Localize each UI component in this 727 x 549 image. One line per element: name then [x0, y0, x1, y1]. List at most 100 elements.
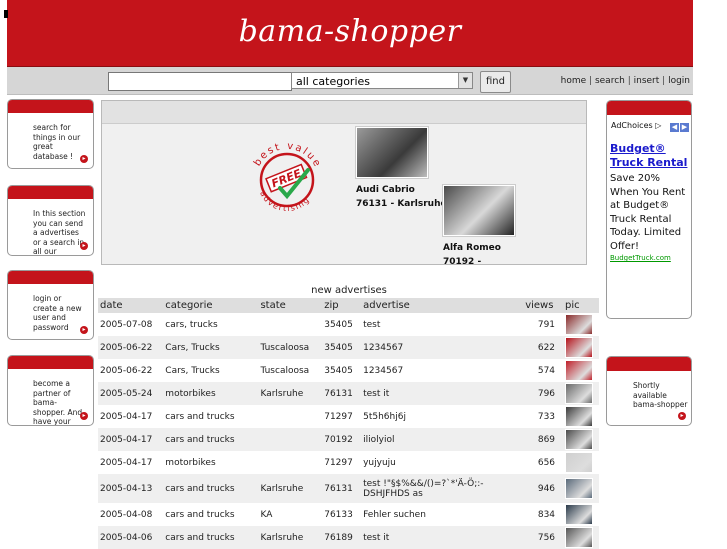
featured-panel-header — [102, 101, 586, 124]
table-row[interactable]: 2005-04-17 motorbikes 71297 yujyuju 656 — [98, 451, 599, 474]
ad-header — [607, 101, 691, 115]
cell-pic — [563, 526, 599, 549]
sidebox-partner[interactable]: become a partner of bama-shopper. And ha… — [7, 355, 94, 426]
featured-panel: best value advertising FREE Audi Cabrio … — [101, 100, 587, 267]
col-views[interactable]: views — [523, 298, 564, 313]
ad-url-link[interactable]: BudgetTruck.com — [607, 253, 691, 262]
sidebox-login[interactable]: login or create a new user and password … — [7, 270, 94, 340]
category-select[interactable]: all categories ▼ — [291, 72, 473, 89]
table-row[interactable]: 2005-04-08 cars and trucks KA 76133 Fehler s… — [98, 503, 599, 526]
header: bama-shopper — [4, 0, 693, 67]
table-row[interactable]: 2005-06-22 Cars, Trucks Tuscaloosa 35405 123… — [98, 336, 599, 359]
col-pic[interactable]: pic — [563, 298, 599, 313]
cell-date: 2005-04-06 — [98, 526, 164, 549]
table-row[interactable]: 2005-05-24 motorbikes Karlsruhe 76131 test i… — [98, 382, 599, 405]
cell-zip: 35405 — [324, 365, 353, 376]
col-categorie[interactable]: categorie — [163, 298, 259, 313]
cell-categorie: cars and trucks — [165, 509, 235, 520]
prev-icon[interactable]: ◀ — [670, 123, 679, 132]
adchoices-label[interactable]: AdChoices ▷ ◀ ▶ — [607, 115, 691, 132]
arrow-right-icon[interactable]: ▸ — [80, 155, 88, 163]
ad-thumbnail[interactable] — [565, 337, 594, 358]
car-photo[interactable] — [443, 185, 515, 236]
featured-car-card[interactable]: Audi Cabrio 76131 - Karlsruhe — [356, 127, 447, 211]
adchoices-text[interactable]: AdChoices ▷ — [611, 121, 661, 130]
cell-advertise[interactable]: test it — [361, 526, 524, 549]
cell-categorie: Cars, Trucks — [165, 365, 220, 376]
ad-thumbnail[interactable] — [565, 360, 594, 381]
col-advertise[interactable]: advertise — [361, 298, 524, 313]
cell-date: 2005-04-08 — [100, 509, 153, 520]
nav-insert[interactable]: insert — [634, 76, 660, 86]
table-row[interactable]: 2005-04-17 cars and trucks 70192 iliolyiol 8… — [98, 428, 599, 451]
featured-car-card[interactable]: Alfa Romeo 70192 - — [443, 185, 515, 269]
ad-thumbnail[interactable] — [565, 429, 594, 450]
cell-views: 946 — [523, 474, 564, 503]
car-photo[interactable] — [356, 127, 428, 178]
table-row[interactable]: 2005-04-17 cars and trucks 71297 5t5h6hj6j 7… — [98, 405, 599, 428]
cell-zip: 35405 — [324, 319, 353, 330]
ad-thumbnail[interactable] — [565, 406, 594, 427]
ad-title-link[interactable]: Budget® Truck Rental — [607, 130, 691, 170]
nav-sep: | — [586, 76, 595, 86]
nav-sep: | — [624, 76, 634, 86]
cell-state: Karlsruhe — [258, 382, 323, 405]
next-icon[interactable]: ▶ — [680, 123, 689, 132]
ad-thumbnail[interactable] — [565, 478, 594, 499]
cell-categorie: cars and trucks — [165, 411, 235, 422]
sidebox-header — [8, 186, 93, 199]
car-location: 70192 - — [443, 257, 482, 267]
category-select-value: all categories — [296, 75, 371, 88]
free-advertising-stamp-icon: best value advertising FREE — [252, 141, 321, 213]
cell-pic — [563, 313, 599, 336]
arrow-right-icon[interactable]: ▸ — [678, 412, 686, 420]
nav-home[interactable]: home — [561, 76, 587, 86]
ad-thumbnail[interactable] — [565, 452, 594, 473]
table-row[interactable]: 2005-04-13 cars and trucks Karlsruhe 76131 t… — [98, 474, 599, 503]
cell-views: 869 — [523, 428, 564, 451]
sidebox-header — [8, 356, 93, 369]
cell-advertise[interactable]: 5t5h6hj6j — [361, 405, 523, 428]
sidebox-coming-soon[interactable]: Shortly available bama-shopper ▸ — [606, 356, 692, 426]
arrow-right-icon[interactable]: ▸ — [80, 412, 88, 420]
arrow-right-icon[interactable]: ▸ — [80, 242, 88, 250]
search-input[interactable] — [108, 72, 292, 91]
arrow-right-icon[interactable]: ▸ — [80, 326, 88, 334]
table-row[interactable]: 2005-06-22 Cars, Trucks Tuscaloosa 35405 123… — [98, 359, 599, 382]
cell-advertise[interactable]: Fehler suchen — [361, 503, 523, 526]
cell-categorie: cars and trucks — [163, 474, 259, 503]
chevron-down-icon[interactable]: ▼ — [458, 73, 472, 88]
cell-zip: 76131 — [322, 474, 362, 503]
nav-login[interactable]: login — [668, 76, 690, 86]
sidebox-search[interactable]: search for things in our great database … — [7, 99, 94, 169]
cell-views: 656 — [537, 457, 556, 468]
ad-thumbnail[interactable] — [565, 383, 594, 404]
sidebox-insert[interactable]: In this section you can send a advertise… — [7, 185, 94, 256]
cell-advertise[interactable]: test it — [361, 382, 524, 405]
cell-advertise[interactable]: test — [361, 313, 523, 336]
cell-views: 622 — [523, 336, 564, 359]
table-row[interactable]: 2005-04-06 cars and trucks Karlsruhe 76189 t… — [98, 526, 599, 549]
cell-categorie: cars, trucks — [165, 319, 218, 330]
table-row[interactable]: 2005-07-08 cars, trucks 35405 test 791 — [98, 313, 599, 336]
ad-thumbnail[interactable] — [565, 504, 594, 525]
cell-advertise[interactable]: 1234567 — [361, 336, 524, 359]
ad-thumbnail[interactable] — [565, 314, 594, 335]
cell-state — [258, 428, 323, 451]
sidebox-header — [8, 271, 93, 284]
site-logo[interactable]: bama-shopper — [7, 14, 693, 49]
ad-body-text: Save 20% When You Rent at Budget® Truck … — [610, 173, 686, 252]
find-button[interactable]: find — [480, 71, 511, 93]
cell-views: 574 — [537, 365, 556, 376]
col-state[interactable]: state — [258, 298, 323, 313]
cell-advertise[interactable]: iliolyiol — [361, 428, 524, 451]
nav-search[interactable]: search — [595, 76, 625, 86]
sidebox-text: search for things in our great database … — [33, 123, 81, 161]
cell-advertise[interactable]: test !"§$%&&/()=?`*'Ä-Ö;:-DSHJFHDS as — [361, 474, 524, 503]
cell-zip: 71297 — [324, 411, 353, 422]
col-zip[interactable]: zip — [322, 298, 362, 313]
cell-advertise[interactable]: yujyuju — [361, 451, 523, 474]
cell-advertise[interactable]: 1234567 — [361, 359, 523, 382]
cell-date: 2005-07-08 — [100, 319, 153, 330]
col-date[interactable]: date — [98, 298, 164, 313]
